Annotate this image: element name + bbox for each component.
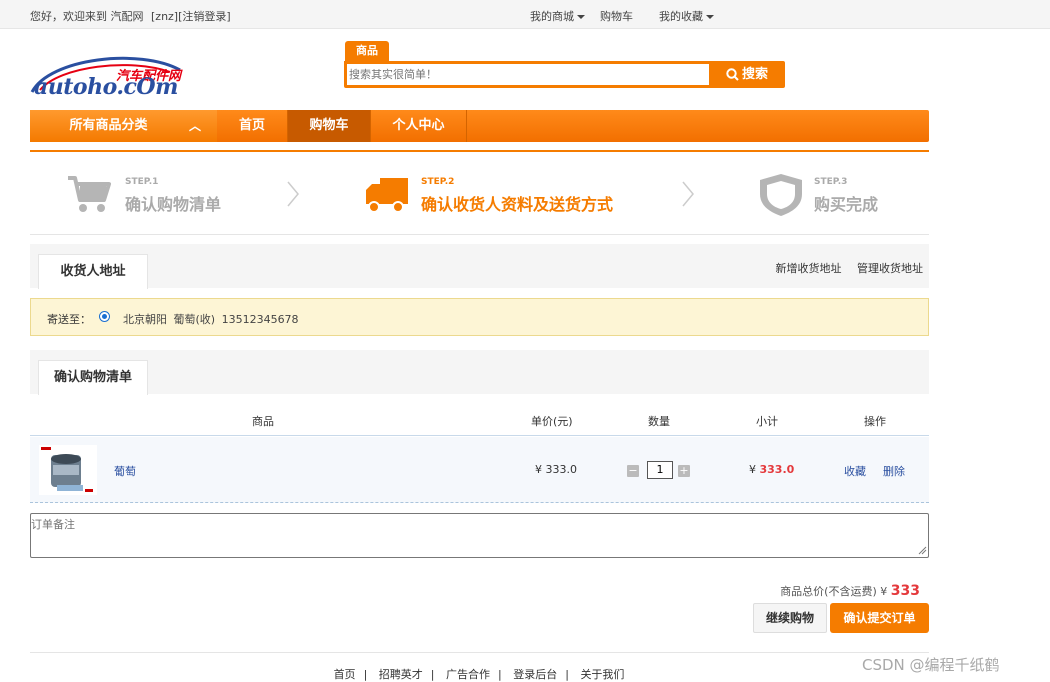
divider — [30, 234, 929, 235]
resize-grip-icon[interactable] — [918, 546, 927, 555]
subtotal: ¥ 333.0 — [749, 463, 794, 476]
footer-link-home[interactable]: 首页 — [334, 668, 356, 681]
address-panel-header: 收货人地址 新增收货地址 管理收货地址 — [30, 244, 929, 289]
search-input[interactable] — [347, 64, 709, 85]
footer-separator: | — [498, 668, 502, 681]
search-icon — [726, 68, 739, 81]
watermark: CSDN @编程千纸鹤 — [862, 656, 1000, 674]
footer-link-admin-login[interactable]: 登录后台 — [513, 668, 557, 681]
subtotal-value: 333.0 — [759, 463, 795, 476]
my-mall-label: 我的商城 — [530, 10, 574, 23]
nav-divider — [466, 110, 467, 142]
top-bar: 您好，欢迎来到 汽配网 [znz][注销登录] 我的商城 购物车 我的收藏 — [0, 0, 1050, 29]
step-3-number: STEP.3 — [814, 177, 848, 187]
footer-link-ads[interactable]: 广告合作 — [446, 668, 490, 681]
nav-item-home[interactable]: 首页 — [217, 110, 287, 142]
footer-links: 首页 | 招聘英才 | 广告合作 | 登录后台 | 关于我们 — [0, 666, 958, 682]
favorite-link[interactable]: 收藏 — [844, 463, 866, 479]
product-name-link[interactable]: 葡萄 — [114, 463, 136, 479]
address-option: 寄送至： 北京朝阳 葡萄(收) 13512345678 — [30, 298, 929, 336]
cart-link-label: 购物车 — [600, 10, 633, 23]
site-logo[interactable]: 汽车配件网 autoho.cOm — [30, 52, 192, 100]
quantity-input[interactable]: 1 — [647, 461, 673, 479]
footer-link-careers[interactable]: 招聘英才 — [379, 668, 423, 681]
search-button[interactable]: 搜索 — [712, 63, 782, 86]
main-nav: 所有商品分类 ︿ 首页 购物车 个人中心 — [30, 110, 929, 142]
step-2-number: STEP.2 — [421, 177, 455, 187]
nav-item-user-center[interactable]: 个人中心 — [371, 110, 466, 142]
cart-link[interactable]: 购物车 — [600, 8, 633, 24]
order-total: 商品总价(不含运费) ¥ 333 — [780, 583, 920, 599]
table-row: 葡萄 ¥ 333.0 − 1 + ¥ 333.0 收藏 删除 — [30, 437, 929, 503]
step-1: STEP.1 确认购物清单 — [66, 172, 266, 218]
order-remark-textarea[interactable] — [30, 513, 929, 558]
step-3-label: 购买完成 — [814, 195, 879, 214]
currency-symbol: ¥ — [749, 463, 760, 476]
all-categories-menu[interactable]: 所有商品分类 ︿ — [30, 110, 217, 142]
footer-divider — [30, 652, 929, 653]
my-mall-menu[interactable]: 我的商城 — [530, 8, 585, 24]
add-address-link[interactable]: 新增收货地址 — [776, 262, 842, 275]
address-radio[interactable] — [99, 311, 110, 322]
chevron-right-icon — [682, 181, 694, 207]
search-bar: 搜索 — [344, 61, 785, 88]
cart-panel-header: 确认购物清单 — [30, 350, 929, 395]
chevron-up-icon: ︿ — [188, 119, 201, 133]
welcome-message: 您好，欢迎来到 汽配网 — [30, 10, 144, 23]
footer-separator: | — [430, 668, 435, 681]
header-subtotal: 小计 — [756, 415, 778, 428]
logout-link[interactable]: 注销登录 — [182, 10, 226, 23]
close-bracket: ] — [226, 10, 231, 23]
header-actions: 操作 — [864, 415, 886, 428]
search-tab-products[interactable]: 商品 — [345, 41, 389, 61]
nav-item-cart[interactable]: 购物车 — [288, 110, 370, 142]
footer-separator: | — [363, 668, 368, 681]
shield-icon — [760, 174, 802, 216]
chevron-right-icon — [287, 181, 299, 207]
unit-price: ¥ 333.0 — [535, 463, 577, 476]
manage-address-link[interactable]: 管理收货地址 — [857, 262, 923, 275]
cart-icon — [68, 176, 111, 212]
step-3: STEP.3 购买完成 — [758, 172, 928, 218]
step-2: STEP.2 确认收货人资料及送货方式 — [364, 172, 634, 218]
logo-brand-text: autoho.cOm — [34, 74, 178, 100]
continue-shopping-button[interactable]: 继续购物 — [753, 603, 827, 633]
total-label: 商品总价(不含运费) ¥ — [780, 585, 891, 598]
quantity-increment-button[interactable]: + — [678, 465, 690, 477]
table-header: 商品 单价(元) 数量 小计 操作 — [30, 405, 929, 436]
all-categories-label: 所有商品分类 — [69, 118, 148, 133]
favorites-menu[interactable]: 我的收藏 — [659, 8, 714, 24]
footer-separator: | — [565, 668, 569, 681]
delete-link[interactable]: 删除 — [883, 463, 905, 479]
caret-down-icon — [706, 15, 714, 19]
total-amount: 333 — [890, 583, 920, 599]
header-unit-price: 单价(元) — [531, 415, 573, 428]
header-product: 商品 — [252, 415, 274, 428]
welcome-text: 您好，欢迎来到 汽配网 [znz][注销登录] — [30, 8, 235, 24]
step-2-label: 确认收货人资料及送货方式 — [421, 195, 614, 214]
truck-icon — [366, 178, 408, 213]
favorites-label: 我的收藏 — [659, 10, 703, 23]
product-thumbnail[interactable] — [39, 445, 97, 495]
tab-consignee-address[interactable]: 收货人地址 — [38, 254, 148, 289]
address-actions: 新增收货地址 管理收货地址 — [764, 260, 924, 276]
step-1-number: STEP.1 — [125, 177, 159, 187]
submit-order-button[interactable]: 确认提交订单 — [830, 603, 929, 633]
tab-confirm-cart[interactable]: 确认购物清单 — [38, 360, 148, 395]
nav-underline — [30, 150, 929, 152]
search-button-label: 搜索 — [741, 67, 768, 82]
address-text: 北京朝阳 葡萄(收) 13512345678 — [123, 313, 299, 326]
header-quantity: 数量 — [648, 415, 670, 428]
username: [znz][ — [151, 10, 183, 23]
caret-down-icon — [577, 15, 585, 19]
quantity-decrement-button[interactable]: − — [627, 465, 639, 477]
step-1-label: 确认购物清单 — [125, 195, 222, 214]
footer-link-about[interactable]: 关于我们 — [580, 668, 624, 681]
send-to-label: 寄送至： — [47, 313, 91, 326]
